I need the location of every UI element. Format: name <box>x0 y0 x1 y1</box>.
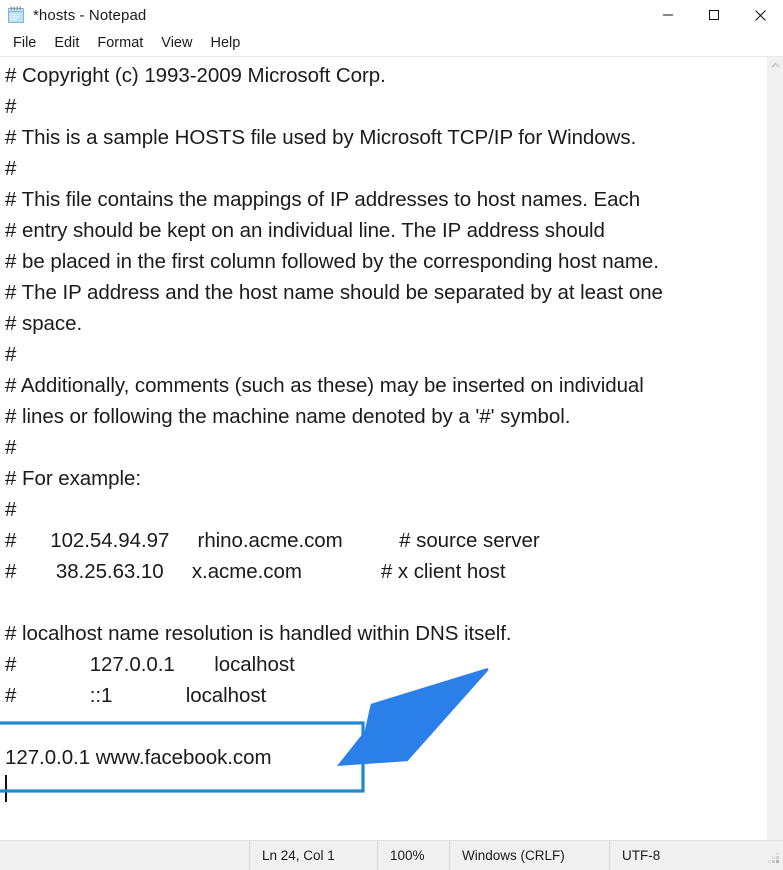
menu-item-format[interactable]: Format <box>88 33 152 54</box>
maximize-button[interactable] <box>691 0 737 30</box>
menu-bar: File Edit Format View Help <box>0 30 783 57</box>
chevron-up-icon[interactable] <box>767 57 783 74</box>
editor-line: # 102.54.94.97 rhino.acme.com # source s… <box>5 529 540 552</box>
title-bar[interactable]: *hosts - Notepad <box>0 0 783 30</box>
editor-line: # This is a sample HOSTS file used by Mi… <box>5 126 637 149</box>
menu-item-file[interactable]: File <box>4 33 45 54</box>
editor-line: # localhost name resolution is handled w… <box>5 622 512 645</box>
editor-line: # entry should be kept on an individual … <box>5 219 605 242</box>
menu-item-view[interactable]: View <box>152 33 201 54</box>
status-encoding: UTF-8 <box>609 841 729 870</box>
editor-line: # ::1 localhost <box>5 684 267 707</box>
status-spacer <box>0 841 249 870</box>
editor-line: # be placed in the first column followed… <box>5 250 659 273</box>
notepad-icon <box>6 5 26 25</box>
status-line-ending: Windows (CRLF) <box>449 841 609 870</box>
editor-line: # 38.25.63.10 x.acme.com # x client host <box>5 560 506 583</box>
status-line-column: Ln 24, Col 1 <box>249 841 377 870</box>
status-zoom-level[interactable]: 100% <box>377 841 449 870</box>
editor-line: # <box>5 157 17 180</box>
editor-line: # space. <box>5 312 83 335</box>
window-controls <box>645 0 783 30</box>
text-caret <box>5 775 7 802</box>
resize-grip-icon[interactable] <box>768 852 780 867</box>
editor-line: # Additionally, comments (such as these)… <box>5 374 644 397</box>
notepad-window: *hosts - Notepad File Edit Format View H… <box>0 0 783 870</box>
editor-line: # 127.0.0.1 localhost <box>5 653 295 676</box>
vertical-scrollbar[interactable] <box>766 57 783 840</box>
window-title: *hosts - Notepad <box>33 6 147 24</box>
editor-line: # <box>5 95 17 118</box>
editor-line: # <box>5 343 17 366</box>
menu-item-edit[interactable]: Edit <box>45 33 88 54</box>
editor-line: # <box>5 498 17 521</box>
editor-line: # lines or following the machine name de… <box>5 405 571 428</box>
menu-item-help[interactable]: Help <box>201 33 249 54</box>
editor-line: # For example: <box>5 467 142 490</box>
editor-line: # Copyright (c) 1993-2009 Microsoft Corp… <box>5 64 386 87</box>
editor-line: 127.0.0.1 www.facebook.com <box>5 746 272 769</box>
editor-area: # Copyright (c) 1993-2009 Microsoft Corp… <box>0 57 783 840</box>
editor-line: # The IP address and the host name shoul… <box>5 281 663 304</box>
editor-line: # <box>5 436 17 459</box>
text-editor[interactable]: # Copyright (c) 1993-2009 Microsoft Corp… <box>0 57 766 840</box>
close-button[interactable] <box>737 0 783 30</box>
scrollbar-track[interactable] <box>766 74 783 840</box>
status-bar: Ln 24, Col 1 100% Windows (CRLF) UTF-8 <box>0 840 783 870</box>
editor-line: # This file contains the mappings of IP … <box>5 188 641 211</box>
minimize-button[interactable] <box>645 0 691 30</box>
